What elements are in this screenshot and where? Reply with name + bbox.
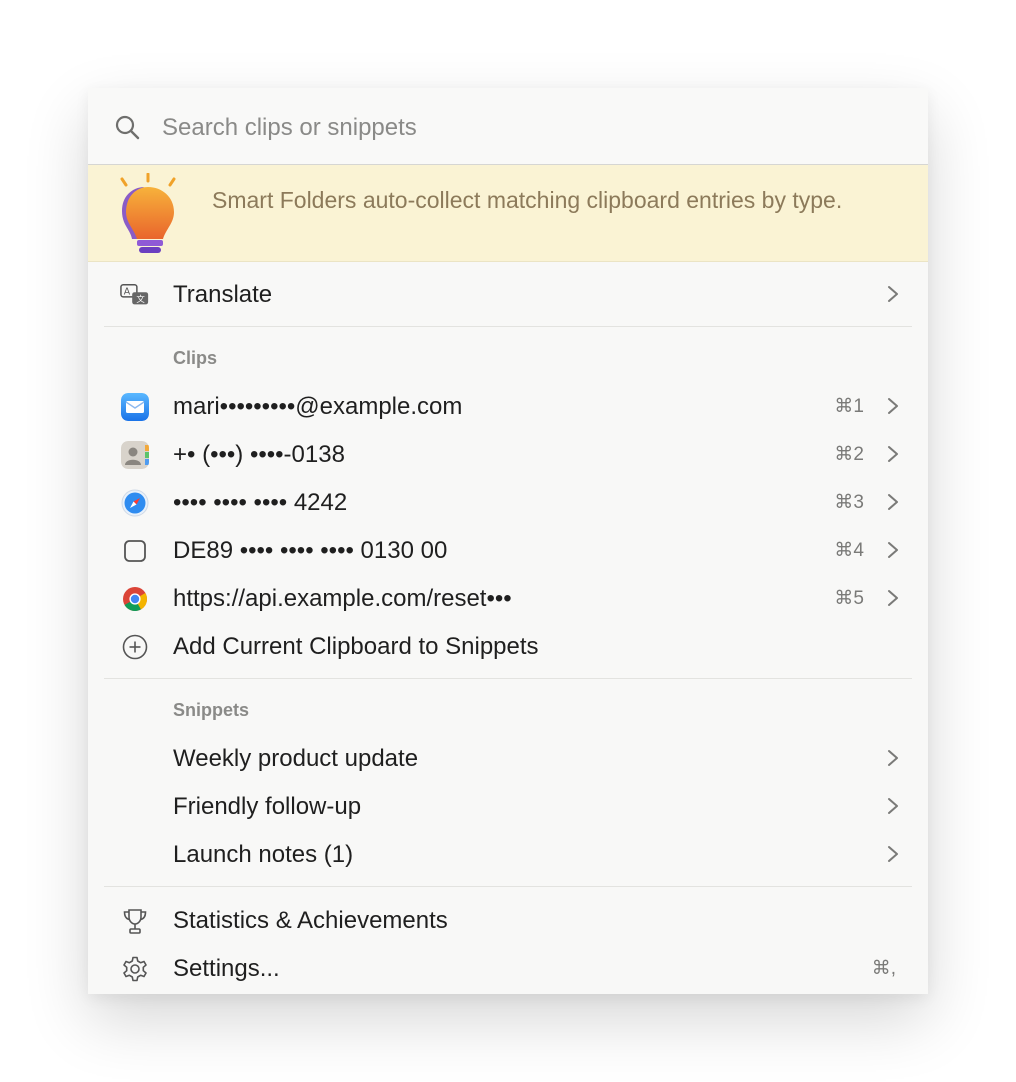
shortcut-hint: ⌘4 bbox=[834, 540, 864, 561]
svg-text:A: A bbox=[124, 287, 131, 298]
contacts-icon bbox=[120, 440, 150, 470]
tip-banner: Smart Folders auto-collect matching clip… bbox=[88, 165, 928, 262]
search-input[interactable] bbox=[160, 108, 884, 148]
snippet-item-1[interactable]: Weekly product update bbox=[88, 734, 928, 782]
settings-label: Settings... bbox=[173, 955, 280, 982]
shortcut-hint: ⌘5 bbox=[834, 588, 864, 609]
mail-icon bbox=[120, 392, 150, 422]
search-icon bbox=[115, 115, 140, 140]
divider bbox=[104, 886, 912, 887]
clip-item-4[interactable]: DE89 •••• •••• •••• 0130 00 ⌘4 bbox=[88, 526, 928, 574]
snippet-label: Weekly product update bbox=[173, 745, 419, 772]
statistics-label: Statistics & Achievements bbox=[173, 907, 448, 934]
svg-text:文: 文 bbox=[136, 294, 145, 304]
trophy-icon bbox=[120, 906, 150, 936]
chevron-right-icon bbox=[888, 446, 898, 462]
clips-section-header: Clips bbox=[173, 348, 218, 368]
clip-item-5[interactable]: https://api.example.com/reset••• ⌘5 bbox=[88, 574, 928, 622]
clip-item-1[interactable]: mari•••••••••@example.com ⌘1 bbox=[88, 382, 928, 430]
clip-label: •••• •••• •••• 4242 bbox=[173, 489, 348, 516]
add-clipboard-label: Add Current Clipboard to Snippets bbox=[173, 633, 539, 660]
snippet-item-3[interactable]: Launch notes (1) bbox=[88, 830, 928, 878]
chevron-right-icon bbox=[888, 750, 898, 766]
chevron-right-icon bbox=[888, 798, 898, 814]
shortcut-hint: ⌘, bbox=[871, 958, 896, 979]
snippet-item-2[interactable]: Friendly follow-up bbox=[88, 782, 928, 830]
gear-icon bbox=[120, 954, 150, 984]
snippet-label: Launch notes (1) bbox=[173, 841, 354, 868]
chrome-icon bbox=[120, 584, 150, 614]
clipboard-panel: Smart Folders auto-collect matching clip… bbox=[88, 88, 928, 994]
chevron-right-icon bbox=[888, 590, 898, 606]
chevron-right-icon bbox=[888, 846, 898, 862]
shortcut-hint: ⌘3 bbox=[834, 492, 864, 513]
shortcut-hint: ⌘2 bbox=[834, 444, 864, 465]
divider bbox=[104, 326, 912, 327]
translate-label: Translate bbox=[173, 281, 273, 308]
chevron-right-icon bbox=[888, 286, 898, 302]
chevron-right-icon bbox=[888, 398, 898, 414]
clip-item-3[interactable]: •••• •••• •••• 4242 ⌘3 bbox=[88, 478, 928, 526]
plus-circle-icon bbox=[120, 632, 150, 662]
statistics-achievements-item[interactable]: Statistics & Achievements bbox=[88, 896, 928, 944]
safari-icon bbox=[120, 488, 150, 518]
translate-item[interactable]: A 文 Translate bbox=[88, 270, 928, 318]
text-clip-icon bbox=[120, 536, 150, 566]
snippet-label: Friendly follow-up bbox=[173, 793, 362, 820]
snippets-section-header: Snippets bbox=[173, 700, 250, 720]
settings-item[interactable]: Settings... ⌘, bbox=[88, 944, 928, 992]
divider bbox=[104, 678, 912, 679]
lightbulb-icon bbox=[120, 173, 176, 253]
search-bar bbox=[88, 88, 928, 165]
clip-label: https://api.example.com/reset••• bbox=[173, 585, 512, 612]
clip-item-2[interactable]: +• (•••) ••••-0138 ⌘2 bbox=[88, 430, 928, 478]
shortcut-hint: ⌘1 bbox=[834, 396, 864, 417]
clip-label: mari•••••••••@example.com bbox=[173, 393, 463, 420]
clip-label: DE89 •••• •••• •••• 0130 00 bbox=[173, 537, 448, 564]
clip-label: +• (•••) ••••-0138 bbox=[173, 441, 345, 468]
chevron-right-icon bbox=[888, 494, 898, 510]
translate-icon: A 文 bbox=[120, 280, 150, 310]
add-clipboard-to-snippets-button[interactable]: Add Current Clipboard to Snippets bbox=[88, 622, 928, 670]
chevron-right-icon bbox=[888, 542, 898, 558]
tip-text: Smart Folders auto-collect matching clip… bbox=[212, 187, 843, 213]
